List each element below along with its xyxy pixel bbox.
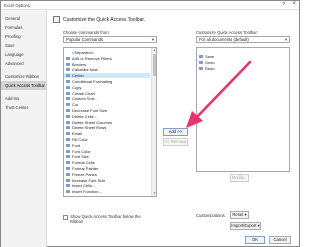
insert-cells-icon: [66, 184, 70, 188]
close-icon[interactable]: ×: [292, 1, 296, 7]
list-item[interactable]: Copy: [64, 85, 150, 90]
import-export-button[interactable]: Import/Export ▾: [230, 222, 261, 230]
list-item[interactable]: Decrease Font Size: [64, 108, 150, 113]
conditional-format-icon: [66, 80, 70, 83]
borders-icon: [66, 62, 70, 66]
list-item[interactable]: Redo: [197, 66, 283, 71]
show-below-ribbon-checkbox[interactable]: [63, 215, 68, 220]
sidebar-item-language[interactable]: Language: [1, 50, 47, 59]
list-item[interactable]: Increase Font Size: [64, 178, 150, 183]
list-item[interactable]: Delete Sheet Rows: [64, 125, 150, 130]
list-item[interactable]: Font: [64, 143, 150, 148]
copy-icon: [66, 85, 70, 89]
undo-icon: [199, 60, 203, 64]
font-icon: [66, 143, 70, 147]
delete-rows-icon: [66, 126, 70, 130]
choose-commands-select[interactable]: Popular Commands ▼: [63, 36, 157, 43]
reset-button[interactable]: Reset ▾: [230, 211, 249, 219]
sidebar-item-general[interactable]: General: [1, 14, 47, 23]
redo-icon: [199, 66, 203, 70]
modify-button[interactable]: Modify...: [230, 174, 249, 182]
chevron-down-icon: ▼: [151, 37, 155, 42]
scroll-thumb[interactable]: [153, 54, 156, 76]
list-item[interactable]: <Separator>: [64, 50, 150, 55]
sidebar-item-proofing[interactable]: Proofing: [1, 32, 47, 41]
delete-cells-icon: [66, 114, 70, 118]
options-sidebar: General Formulas Proofing Save Language …: [1, 10, 47, 247]
chart-icon: [66, 91, 70, 95]
list-item[interactable]: Insert Function...: [64, 189, 150, 194]
title-bar: Excel Options ? ×: [1, 1, 299, 10]
scroll-down-icon[interactable]: ▼: [152, 191, 156, 196]
commands-scrollbar[interactable]: ▲ ▼: [151, 48, 156, 196]
insert-function-icon: [66, 190, 70, 194]
toolbar-icon: [53, 16, 60, 23]
ok-button[interactable]: OK: [245, 236, 265, 244]
list-item-selected[interactable]: Center: [64, 73, 150, 79]
show-below-ribbon-label: Show Quick Access Toolbar below the Ribb…: [70, 214, 141, 224]
help-icon[interactable]: ?: [282, 2, 285, 8]
excel-options-dialog: Excel Options ? × General Formulas Proof…: [0, 0, 300, 247]
list-item[interactable]: Cut: [64, 102, 150, 107]
calculate-icon: [66, 68, 70, 72]
customizations-label: Customizations:: [196, 213, 226, 218]
list-item[interactable]: Font Color: [64, 149, 150, 154]
sidebar-item-quick-access-toolbar[interactable]: Quick Access Toolbar: [1, 81, 47, 90]
list-item[interactable]: Delete Sheet Columns: [64, 120, 150, 125]
remove-button[interactable]: << Remove: [163, 138, 188, 146]
list-item[interactable]: Save: [197, 54, 283, 59]
customize-toolbar-select[interactable]: For all documents (default) ▼: [196, 36, 290, 43]
toolbar-items-list[interactable]: Save Undo Redo: [196, 47, 290, 172]
page-heading: Customize the Quick Access Toolbar.: [63, 17, 146, 23]
decrease-font-icon: [66, 109, 70, 112]
sidebar-item-customize-ribbon[interactable]: Customize Ribbon: [1, 72, 47, 81]
list-item[interactable]: Create Chart: [64, 91, 150, 96]
add-button[interactable]: Add >>: [163, 128, 188, 136]
sort-icon: [66, 97, 70, 101]
list-item[interactable]: Add or Remove Filters: [64, 56, 150, 61]
list-item[interactable]: Conditional Formatting: [64, 79, 150, 84]
center-align-icon: [66, 74, 70, 78]
cancel-button[interactable]: Cancel: [269, 236, 291, 244]
filter-icon: [66, 56, 70, 60]
cut-icon: [66, 103, 70, 107]
list-item[interactable]: Custom Sort...: [64, 96, 150, 101]
commands-list[interactable]: <Separator> Add or Remove Filters Border…: [63, 47, 157, 197]
email-icon: [66, 132, 70, 136]
list-item[interactable]: Fill Color: [64, 137, 150, 142]
list-item[interactable]: Format Cells: [64, 160, 150, 165]
customize-toolbar-value: For all documents (default): [199, 37, 249, 42]
sidebar-item-add-ins[interactable]: Add-ins: [1, 94, 47, 103]
freeze-panes-icon: [66, 172, 70, 176]
choose-commands-label: Choose commands from:: [63, 30, 110, 35]
choose-commands-value: Popular Commands: [66, 37, 104, 42]
scroll-up-icon[interactable]: ▲: [152, 48, 156, 53]
list-item[interactable]: Calculate Now: [64, 67, 150, 72]
list-item[interactable]: Undo: [197, 60, 283, 65]
format-painter-icon: [66, 167, 70, 170]
sidebar-item-formulas[interactable]: Formulas: [1, 23, 47, 32]
list-item[interactable]: Delete Cells...: [64, 114, 150, 119]
list-item[interactable]: Borders: [64, 62, 150, 67]
sidebar-item-advanced[interactable]: Advanced: [1, 59, 47, 68]
sidebar-item-trust-center[interactable]: Trust Center: [1, 103, 47, 112]
format-cells-icon: [66, 161, 70, 165]
save-icon: [199, 55, 203, 58]
increase-font-icon: [66, 178, 70, 182]
list-item[interactable]: Format Painter: [64, 166, 150, 171]
list-item[interactable]: Email: [64, 131, 150, 136]
chevron-down-icon: ▼: [284, 37, 288, 42]
customize-toolbar-label: Customize Quick Access Toolbar:: [196, 30, 259, 35]
delete-columns-icon: [66, 120, 70, 124]
list-item[interactable]: Insert Cells...: [64, 183, 150, 188]
list-item[interactable]: Font Size: [64, 154, 150, 159]
fill-color-icon: [66, 138, 70, 141]
font-size-icon: [66, 155, 70, 159]
font-color-icon: [66, 149, 70, 153]
list-item[interactable]: Freeze Panes: [64, 172, 150, 177]
sidebar-item-save[interactable]: Save: [1, 41, 47, 50]
window-title: Excel Options: [4, 3, 30, 8]
